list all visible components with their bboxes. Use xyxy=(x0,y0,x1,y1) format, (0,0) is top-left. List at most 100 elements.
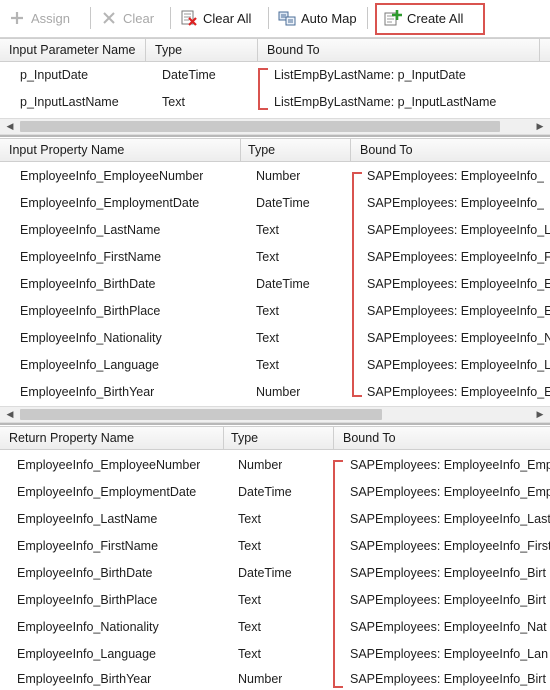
table-row[interactable]: EmployeeInfo_BirthPlace Text SAPEmployee… xyxy=(0,587,550,614)
column-header-input-parameter-name[interactable]: Input Parameter Name xyxy=(0,39,146,61)
property-name: EmployeeInfo_BirthPlace xyxy=(17,593,158,607)
create-all-highlight xyxy=(375,3,485,35)
property-name: EmployeeInfo_FirstName xyxy=(20,250,162,264)
auto-map-button[interactable]: Auto Map xyxy=(274,4,361,32)
table-row[interactable]: EmployeeInfo_BirthDate DateTime SAPEmplo… xyxy=(0,271,550,298)
table-row[interactable]: EmployeeInfo_Language Text SAPEmployees:… xyxy=(0,641,550,668)
table-row[interactable]: EmployeeInfo_LastName Text SAPEmployees:… xyxy=(0,506,550,533)
property-bound-to: SAPEmployees: EmployeeInfo_N xyxy=(367,331,550,345)
property-bound-to: SAPEmployees: EmployeeInfo_Birt xyxy=(350,566,546,580)
horizontal-scrollbar[interactable]: ◀ ▶ xyxy=(0,118,550,135)
property-bound-to: SAPEmployees: EmployeeInfo_ xyxy=(367,169,545,183)
table-row[interactable]: EmployeeInfo_LastName Text SAPEmployees:… xyxy=(0,217,550,244)
property-name: EmployeeInfo_EmployeeNumber xyxy=(17,458,201,472)
property-type: DateTime xyxy=(238,566,292,580)
table-row[interactable]: EmployeeInfo_BirthYear Number SAPEmploye… xyxy=(0,666,550,690)
property-bound-to: SAPEmployees: EmployeeInfo_Emp xyxy=(350,485,550,499)
parameter-bound-to: ListEmpByLastName: p_InputDate xyxy=(274,68,466,82)
column-header-input-property-name[interactable]: Input Property Name xyxy=(0,139,241,161)
scroll-right-icon[interactable]: ▶ xyxy=(532,119,548,134)
column-header-type[interactable]: Type xyxy=(146,39,258,61)
property-type: Text xyxy=(238,593,261,607)
plus-icon xyxy=(11,12,23,24)
clear-button[interactable]: Clear xyxy=(96,4,158,32)
table-row[interactable]: EmployeeInfo_EmployeeNumber Number SAPEm… xyxy=(0,163,550,190)
property-name: EmployeeInfo_BirthPlace xyxy=(20,304,161,318)
property-type: DateTime xyxy=(256,196,310,210)
column-header-bound-to[interactable]: Bound To xyxy=(334,427,550,449)
property-name: EmployeeInfo_LastName xyxy=(20,223,161,237)
property-name: EmployeeInfo_Language xyxy=(17,647,157,661)
property-type: Text xyxy=(238,539,261,553)
scroll-right-icon[interactable]: ▶ xyxy=(532,407,548,422)
property-type: Text xyxy=(256,304,279,318)
property-bound-to: SAPEmployees: EmployeeInfo_E xyxy=(367,385,550,399)
property-name: EmployeeInfo_FirstName xyxy=(17,539,159,553)
property-name: EmployeeInfo_Language xyxy=(20,358,160,372)
scrollbar-thumb[interactable] xyxy=(20,121,500,132)
property-name: EmployeeInfo_EmploymentDate xyxy=(17,485,197,499)
property-bound-to: SAPEmployees: EmployeeInfo_L xyxy=(367,358,550,372)
clear-x-icon xyxy=(103,12,115,24)
property-bound-to: SAPEmployees: EmployeeInfo_L xyxy=(367,223,550,237)
toolbar-separator xyxy=(90,7,91,29)
column-header-type[interactable]: Type xyxy=(241,139,351,161)
table-row[interactable]: EmployeeInfo_EmployeeNumber Number SAPEm… xyxy=(0,452,550,479)
clear-all-label: Clear All xyxy=(203,10,252,26)
table-row[interactable]: EmployeeInfo_FirstName Text SAPEmployees… xyxy=(0,244,550,271)
clear-all-button[interactable]: Clear All xyxy=(176,4,255,32)
input-props-header: Input Property Name Type Bound To xyxy=(0,138,550,162)
property-type: Number xyxy=(238,458,283,472)
table-row[interactable]: p_InputDate DateTime ListEmpByLastName: … xyxy=(0,62,550,89)
input-params-header: Input Parameter Name Type Bound To xyxy=(0,38,550,62)
scrollbar-thumb[interactable] xyxy=(20,409,382,420)
property-name: EmployeeInfo_Nationality xyxy=(17,620,159,634)
table-row[interactable]: EmployeeInfo_EmploymentDate DateTime SAP… xyxy=(0,190,550,217)
table-row[interactable]: EmployeeInfo_BirthYear Number SAPEmploye… xyxy=(0,379,550,406)
property-name: EmployeeInfo_Nationality xyxy=(20,331,162,345)
table-row[interactable]: p_InputLastName Text ListEmpByLastName: … xyxy=(0,89,550,116)
scroll-left-icon[interactable]: ◀ xyxy=(2,407,18,422)
parameter-name: p_InputDate xyxy=(20,68,89,82)
property-bound-to: SAPEmployees: EmployeeInfo_E xyxy=(367,277,550,291)
property-type: DateTime xyxy=(256,277,310,291)
property-bound-to: SAPEmployees: EmployeeInfo_E xyxy=(367,304,550,318)
bound-to-highlight-bracket xyxy=(333,460,343,688)
column-header-return-property-name[interactable]: Return Property Name xyxy=(0,427,224,449)
property-name: EmployeeInfo_LastName xyxy=(17,512,158,526)
property-bound-to: SAPEmployees: EmployeeInfo_F xyxy=(367,250,550,264)
column-header-bound-to[interactable]: Bound To xyxy=(258,39,540,61)
assign-button[interactable]: Assign xyxy=(4,4,74,32)
property-bound-to: SAPEmployees: EmployeeInfo_Birt xyxy=(350,593,546,607)
horizontal-scrollbar[interactable]: ◀ ▶ xyxy=(0,406,550,423)
table-row[interactable]: EmployeeInfo_Nationality Text SAPEmploye… xyxy=(0,325,550,352)
toolbar-separator xyxy=(367,7,368,29)
property-bound-to: SAPEmployees: EmployeeInfo_First xyxy=(350,539,550,553)
property-bound-to: SAPEmployees: EmployeeInfo_Last xyxy=(350,512,550,526)
table-row[interactable]: EmployeeInfo_BirthPlace Text SAPEmployee… xyxy=(0,298,550,325)
table-row[interactable]: EmployeeInfo_EmploymentDate DateTime SAP… xyxy=(0,479,550,506)
toolbar: Assign Clear Clear All Auto Map Create A… xyxy=(0,0,550,38)
scroll-left-icon[interactable]: ◀ xyxy=(2,119,18,134)
table-row[interactable]: EmployeeInfo_Language Text SAPEmployees:… xyxy=(0,352,550,379)
property-bound-to: SAPEmployees: EmployeeInfo_Nat xyxy=(350,620,547,634)
clear-all-icon xyxy=(181,10,197,26)
property-type: Number xyxy=(238,672,283,686)
property-type: Text xyxy=(238,620,261,634)
pane-divider[interactable] xyxy=(0,135,550,137)
property-type: Text xyxy=(238,512,261,526)
property-type: DateTime xyxy=(238,485,292,499)
parameter-name: p_InputLastName xyxy=(20,95,119,109)
bound-to-highlight-bracket xyxy=(258,68,268,110)
table-row[interactable]: EmployeeInfo_Nationality Text SAPEmploye… xyxy=(0,614,550,641)
assign-label: Assign xyxy=(31,10,71,26)
table-row[interactable]: EmployeeInfo_BirthDate DateTime SAPEmplo… xyxy=(0,560,550,587)
property-type: Text xyxy=(256,358,279,372)
property-bound-to: SAPEmployees: EmployeeInfo_ xyxy=(367,196,545,210)
column-header-bound-to[interactable]: Bound To xyxy=(351,139,550,161)
table-row[interactable]: EmployeeInfo_FirstName Text SAPEmployees… xyxy=(0,533,550,560)
column-header-type[interactable]: Type xyxy=(224,427,334,449)
bound-to-highlight-bracket xyxy=(352,172,362,397)
property-type: Text xyxy=(238,647,261,661)
pane-divider[interactable] xyxy=(0,423,550,425)
